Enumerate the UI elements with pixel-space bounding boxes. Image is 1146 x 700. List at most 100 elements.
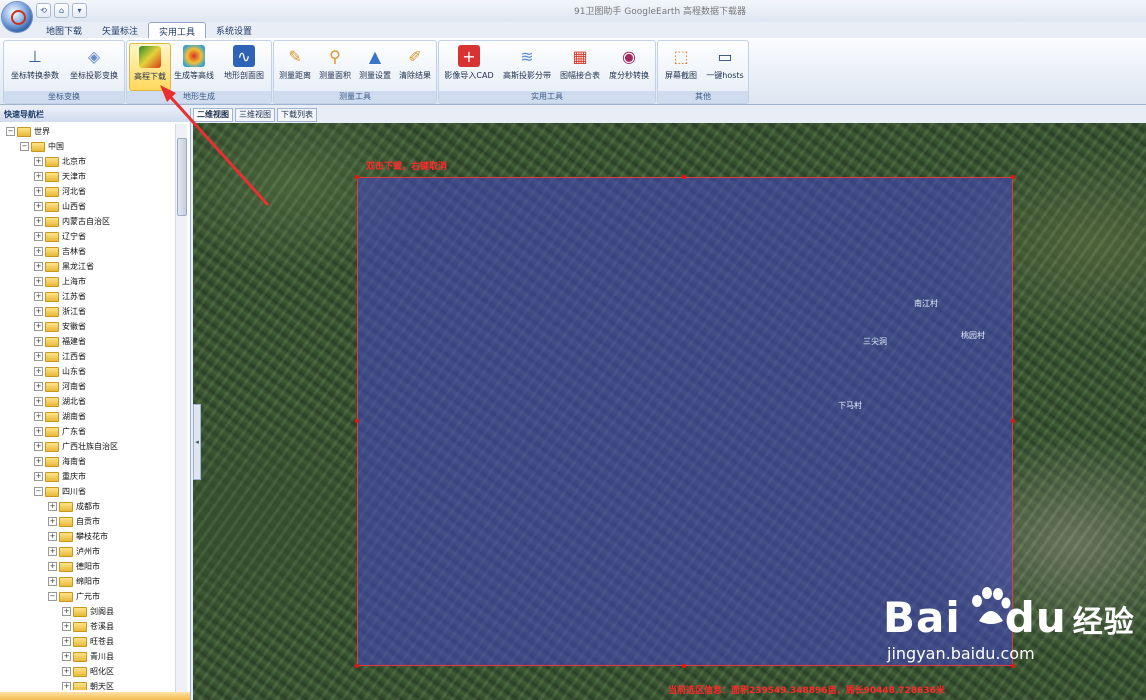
sheet-index-button[interactable]: ▦ 图幅接合表 — [557, 43, 603, 81]
tree-node[interactable]: + 内蒙古自治区 — [34, 214, 110, 229]
dms-convert-button[interactable]: ◉ 度分秒转换 — [605, 43, 653, 81]
expand-icon[interactable]: + — [34, 397, 43, 406]
expand-icon[interactable]: + — [62, 652, 71, 661]
tree-node[interactable]: + 泸州市 — [48, 544, 100, 559]
expand-icon[interactable]: + — [48, 517, 57, 526]
hosts-button[interactable]: ▭ 一键hosts — [704, 43, 746, 81]
collapse-icon[interactable]: − — [6, 127, 15, 136]
resize-handle[interactable] — [1011, 175, 1015, 179]
expand-icon[interactable]: + — [34, 472, 43, 481]
tree-node[interactable]: + 剑阁县 — [62, 604, 114, 619]
expand-icon[interactable]: + — [34, 232, 43, 241]
app-menu-orb[interactable] — [2, 2, 32, 32]
tab-vector-annotation[interactable]: 矢量标注 — [92, 22, 148, 38]
tree-node[interactable]: + 朝天区 — [62, 679, 114, 690]
tree-node[interactable]: + 辽宁省 — [34, 229, 86, 244]
expand-icon[interactable]: + — [48, 562, 57, 571]
tab-system-settings[interactable]: 系统设置 — [206, 22, 262, 38]
tree-node[interactable]: + 广西壮族自治区 — [34, 439, 118, 454]
expand-icon[interactable]: + — [34, 367, 43, 376]
collapse-icon[interactable]: − — [34, 487, 43, 496]
tree-node[interactable]: + 绵阳市 — [48, 574, 100, 589]
expand-icon[interactable]: + — [34, 322, 43, 331]
tree-node[interactable]: + 重庆市 — [34, 469, 86, 484]
tree-node[interactable]: + 苍溪县 — [62, 619, 114, 634]
tree-node[interactable]: + 福建省 — [34, 334, 86, 349]
resize-handle[interactable] — [682, 175, 686, 179]
tree-node[interactable]: + 黑龙江省 — [34, 259, 94, 274]
measure-settings-button[interactable]: ▲ 测量设置 — [356, 43, 394, 81]
gauss-zone-button[interactable]: ≋ 高斯投影分带 — [499, 43, 555, 81]
tree-node[interactable]: + 广东省 — [34, 424, 86, 439]
resize-handle[interactable] — [355, 419, 359, 423]
tree-node[interactable]: + 成都市 — [48, 499, 100, 514]
scrollbar-thumb[interactable] — [177, 138, 187, 216]
collapse-icon[interactable]: − — [20, 142, 29, 151]
tab-download-list[interactable]: 下载列表 — [277, 108, 317, 122]
resize-handle[interactable] — [682, 664, 686, 668]
tree-node[interactable]: + 河南省 — [34, 379, 86, 394]
tree-node[interactable]: − 中国 — [20, 139, 64, 154]
tree-node[interactable]: + 山东省 — [34, 364, 86, 379]
expand-icon[interactable]: + — [34, 412, 43, 421]
elevation-download-button[interactable]: 高程下载 — [129, 43, 171, 91]
expand-icon[interactable]: + — [34, 457, 43, 466]
expand-icon[interactable]: + — [34, 352, 43, 361]
tab-map-download[interactable]: 地图下载 — [36, 22, 92, 38]
expand-icon[interactable]: + — [62, 682, 71, 690]
coordinate-params-button[interactable]: ⊥ 坐标转换参数 — [7, 43, 63, 81]
tree-node[interactable]: − 四川省 — [34, 484, 86, 499]
expand-icon[interactable]: + — [34, 427, 43, 436]
tree-node[interactable]: + 旺苍县 — [62, 634, 114, 649]
expand-icon[interactable]: + — [34, 442, 43, 451]
expand-icon[interactable]: + — [62, 607, 71, 616]
map-view[interactable]: 双击下载，右键取消 南江村 三尖洞 桃园村 下马村 Bai du 经验 jingya… — [193, 123, 1146, 700]
tree-node[interactable]: − 广元市 — [48, 589, 100, 604]
tree-scrollbar[interactable] — [175, 124, 187, 694]
measure-area-button[interactable]: ⚲ 测量面积 — [316, 43, 354, 81]
tab-2d-view[interactable]: 二维视图 — [193, 108, 233, 122]
tree-node[interactable]: + 山西省 — [34, 199, 86, 214]
expand-icon[interactable]: + — [48, 502, 57, 511]
resize-handle[interactable] — [1011, 664, 1015, 668]
tree-node[interactable]: + 天津市 — [34, 169, 86, 184]
expand-icon[interactable]: + — [62, 622, 71, 631]
expand-icon[interactable]: + — [34, 262, 43, 271]
expand-icon[interactable]: + — [48, 577, 57, 586]
tree-node[interactable]: + 上海市 — [34, 274, 86, 289]
clear-results-button[interactable]: ✐ 清除结果 — [396, 43, 434, 81]
tree-node[interactable]: − 世界 — [6, 124, 50, 139]
tree-node[interactable]: + 昭化区 — [62, 664, 114, 679]
refresh-icon[interactable]: ⟲ — [36, 3, 51, 18]
import-cad-button[interactable]: + 影像导入CAD — [441, 43, 497, 81]
tree-node[interactable]: + 安徽省 — [34, 319, 86, 334]
collapse-panel-button[interactable]: ◂ — [193, 404, 201, 480]
expand-icon[interactable]: + — [34, 337, 43, 346]
tree-node[interactable]: + 德阳市 — [48, 559, 100, 574]
resize-handle[interactable] — [355, 175, 359, 179]
expand-icon[interactable]: + — [34, 307, 43, 316]
collapse-icon[interactable]: − — [48, 592, 57, 601]
expand-icon[interactable]: + — [34, 277, 43, 286]
expand-icon[interactable]: + — [34, 217, 43, 226]
expand-icon[interactable]: + — [34, 202, 43, 211]
expand-icon[interactable]: + — [48, 547, 57, 556]
tree-node[interactable]: + 青川县 — [62, 649, 114, 664]
resize-handle[interactable] — [355, 664, 359, 668]
expand-icon[interactable]: + — [62, 637, 71, 646]
expand-icon[interactable]: + — [34, 187, 43, 196]
expand-icon[interactable]: + — [34, 172, 43, 181]
expand-icon[interactable]: + — [34, 292, 43, 301]
measure-distance-button[interactable]: ✎ 测量距离 — [276, 43, 314, 81]
tree-node[interactable]: + 河北省 — [34, 184, 86, 199]
tab-3d-view[interactable]: 三维视图 — [235, 108, 275, 122]
tree-node[interactable]: + 吉林省 — [34, 244, 86, 259]
expand-icon[interactable]: + — [34, 247, 43, 256]
tree-node[interactable]: + 浙江省 — [34, 304, 86, 319]
expand-icon[interactable]: + — [62, 667, 71, 676]
tree-node[interactable]: + 湖南省 — [34, 409, 86, 424]
tree-node[interactable]: + 江苏省 — [34, 289, 86, 304]
expand-icon[interactable]: + — [34, 157, 43, 166]
expand-icon[interactable]: + — [48, 532, 57, 541]
tree-node[interactable]: + 湖北省 — [34, 394, 86, 409]
